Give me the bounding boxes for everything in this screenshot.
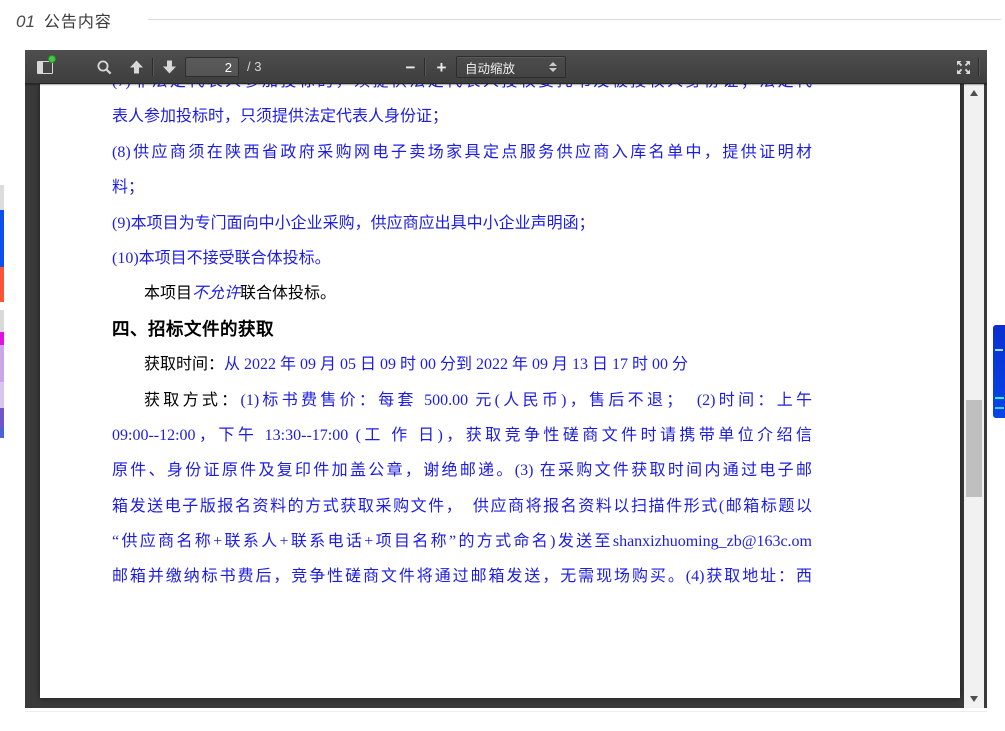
doc-line: 箱发送电子版报名资料的方式获取采购文件， 供应商将报名资料以扫描件形式(邮箱标题… [112, 489, 812, 524]
zoom-out-button[interactable]: − [397, 54, 424, 80]
doc-line: 本项目不允许联合体投标。 [112, 276, 812, 311]
select-arrows-icon [545, 62, 561, 72]
document-text: (7)非法定代表人参加投标的，须提供法定代表人授权委托书及被授权人身份证；法定代… [112, 84, 812, 595]
scroll-down-icon [970, 696, 978, 702]
doc-line: (8)供应商须在陕西省政府采购网电子卖场家具定点服务供应商入库名单中，提供证明材 [112, 135, 812, 170]
section-bottom-divider [25, 711, 987, 712]
minus-icon: − [406, 59, 416, 76]
presentation-mode-button[interactable] [950, 54, 977, 80]
zoom-level-select[interactable]: 自动缩放 [456, 56, 566, 78]
doc-line: 获取时间：从 2022 年 09 月 05 日 09 时 00 分到 2022 … [112, 347, 812, 382]
scrollbar-up-button[interactable] [964, 86, 984, 100]
toolbar-separator [424, 58, 425, 76]
previous-page-button[interactable] [123, 54, 150, 80]
viewer-scrollbar[interactable] [964, 84, 984, 708]
scrollbar-down-button[interactable] [964, 692, 984, 706]
strip-segment [0, 428, 4, 438]
pdf-scroll-area[interactable]: (7)非法定代表人参加投标的，须提供法定代表人授权委托书及被授权人身份证；法定代… [25, 84, 987, 708]
doc-heading: 四、招标文件的获取 [112, 312, 812, 347]
floating-side-widget[interactable] [993, 325, 1005, 418]
widget-mark [995, 349, 1003, 351]
doc-line: (7)非法定代表人参加投标的，须提供法定代表人授权委托书及被授权人身份证；法定代 [112, 84, 812, 99]
toolbar-separator [978, 58, 979, 76]
header-divider [148, 19, 1001, 20]
doc-line: 邮箱并缴纳标书费后，竞争性磋商文件将通过邮箱发送，无需现场购买。(4)获取地址：… [112, 559, 812, 594]
doc-line: 料； [112, 170, 812, 205]
scrollbar-thumb[interactable] [966, 400, 982, 497]
strip-segment [0, 267, 4, 302]
strip-segment [0, 302, 4, 310]
widget-mark [995, 407, 1004, 409]
section-title: 公告内容 [44, 8, 112, 32]
section-header: 01 公告内容 [16, 8, 112, 32]
strip-segment [0, 408, 4, 428]
strip-segment [0, 332, 4, 345]
section-number: 01 [16, 12, 35, 32]
notification-dot [48, 55, 56, 63]
doc-line: 原件、身份证原件及复印件加盖公章，谢绝邮递。(3) 在采购文件获取时间内通过电子… [112, 453, 812, 488]
page-count-label: / 3 [247, 50, 261, 84]
pdf-page: (7)非法定代表人参加投标的，须提供法定代表人授权委托书及被授权人身份证；法定代… [40, 84, 960, 698]
search-icon [96, 59, 113, 76]
doc-line: 表人参加投标时，只须提供法定代表人身份证； [112, 99, 812, 134]
pdf-viewer: / 3 − + 自动缩放 (7) [25, 50, 987, 708]
page-number-input[interactable] [185, 57, 239, 77]
pdf-toolbar: / 3 − + 自动缩放 [25, 50, 987, 84]
strip-segment [0, 382, 4, 408]
arrow-up-icon [128, 59, 145, 75]
doc-line: 获取方式：(1)标书费售价：每套 500.00 元(人民币)，售后不退； (2)… [112, 383, 812, 418]
toolbar-separator [152, 58, 153, 76]
strip-segment [0, 345, 4, 382]
widget-mark [995, 397, 1004, 399]
zoom-level-value: 自动缩放 [457, 58, 545, 77]
left-edge-strip [0, 0, 4, 731]
strip-segment [0, 310, 4, 332]
doc-line: 09:00--12:00，下午 13:30--17:00 (工 作 日)，获取竞… [112, 418, 812, 453]
search-button[interactable] [91, 54, 118, 80]
scroll-up-icon [970, 90, 978, 96]
fullscreen-icon [955, 59, 972, 76]
next-page-button[interactable] [156, 54, 183, 80]
arrow-down-icon [161, 59, 178, 75]
strip-segment [0, 210, 4, 267]
doc-line: (10)本项目不接受联合体投标。 [112, 241, 812, 276]
doc-line: (9)本项目为专门面向中小企业采购，供应商应出具中小企业声明函； [112, 206, 812, 241]
sidebar-toggle-button[interactable] [31, 54, 58, 80]
doc-line: “供应商名称+联系人+联系电话+项目名称”的方式命名)发送至shanxizhuo… [112, 524, 812, 559]
plus-icon: + [437, 59, 447, 76]
zoom-in-button[interactable]: + [428, 54, 455, 80]
strip-segment [0, 185, 4, 210]
